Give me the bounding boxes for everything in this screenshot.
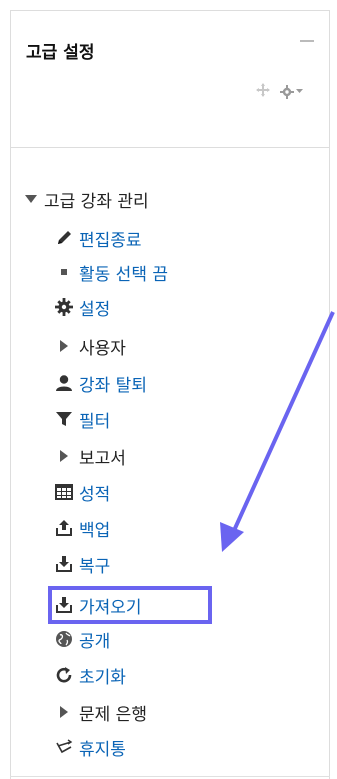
- annotation-arrow: [220, 311, 335, 552]
- block-bottom-border: [10, 776, 330, 777]
